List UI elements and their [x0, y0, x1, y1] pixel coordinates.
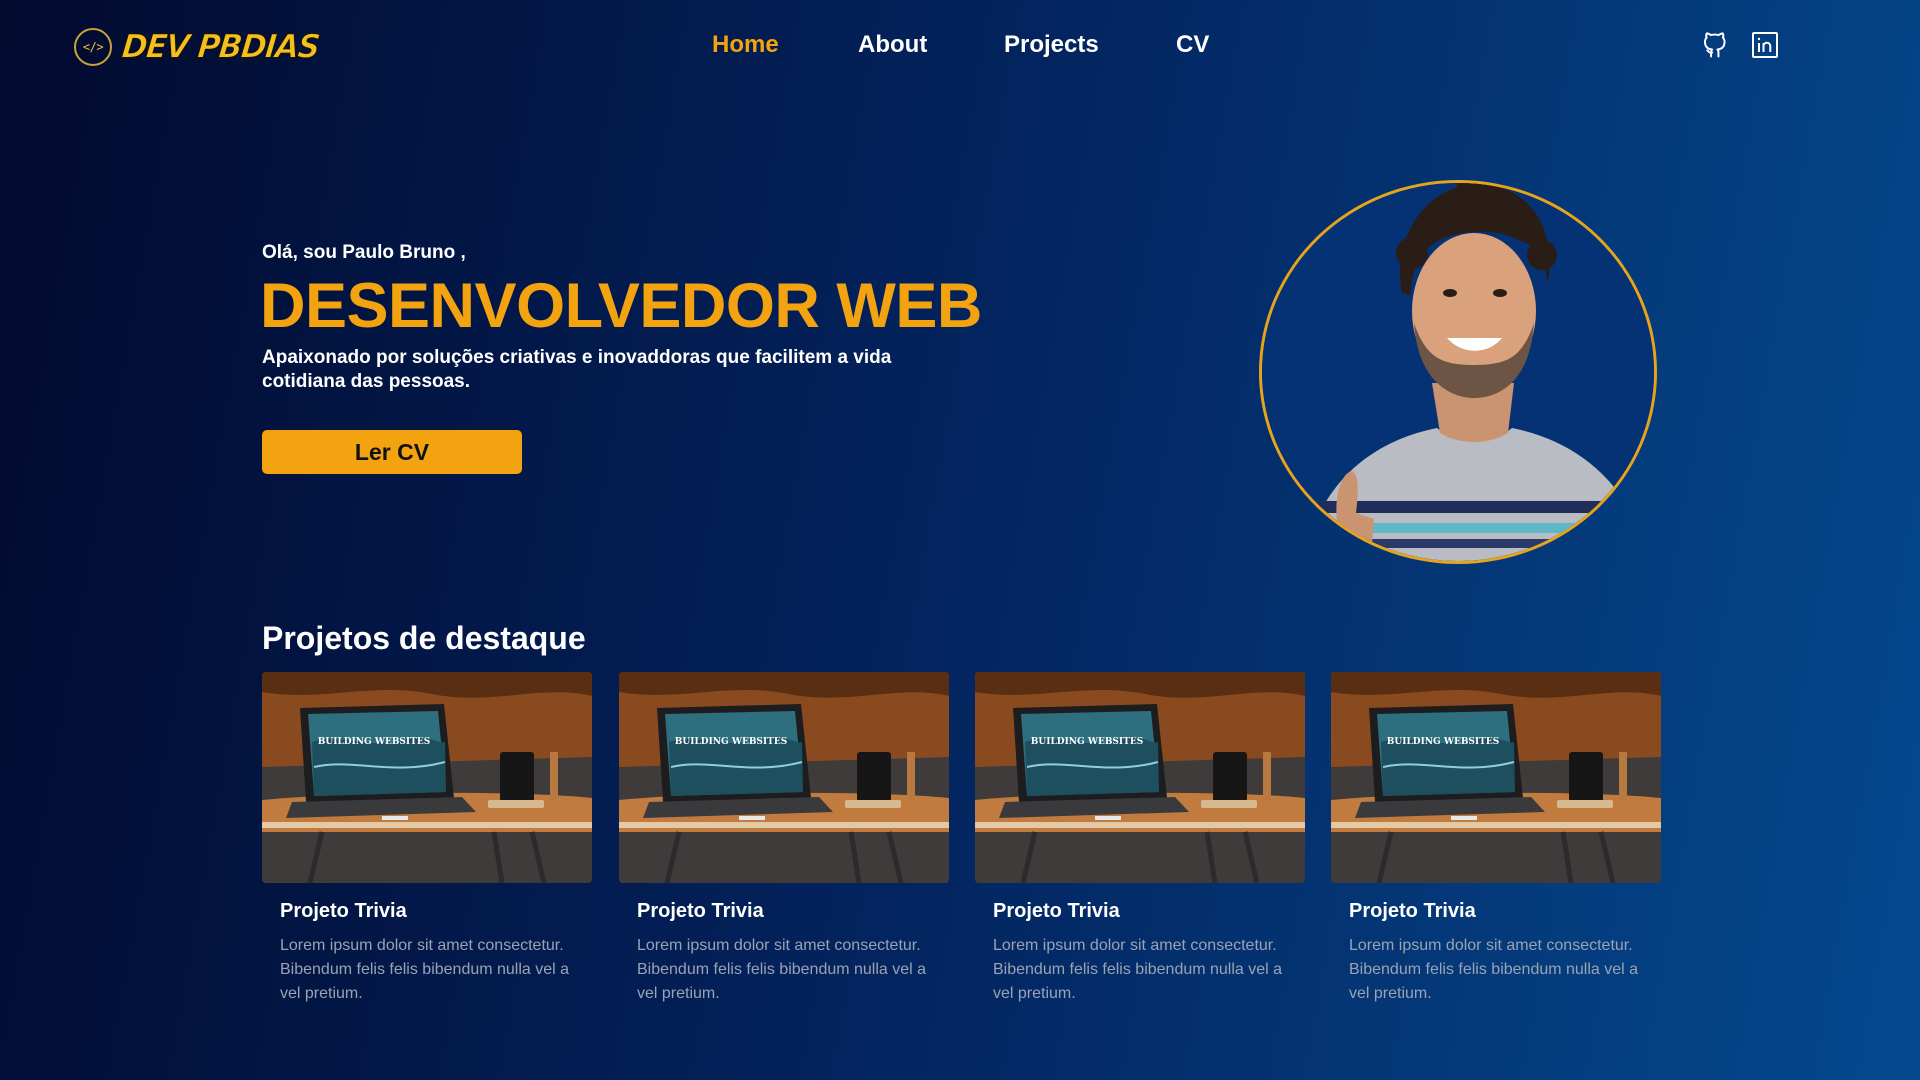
hero-greeting: Olá, sou Paulo Bruno , [262, 242, 466, 263]
nav-projects[interactable]: Projects [1004, 27, 1099, 63]
linkedin-icon [1752, 32, 1778, 58]
main-nav: Home About Projects CV [0, 27, 1920, 63]
github-icon [1703, 32, 1726, 58]
project-card-title[interactable]: Projeto Trivia [280, 900, 407, 923]
project-card[interactable]: BUILDING WEBSITES Projeto Trivia Lorem ip… [1331, 672, 1661, 1012]
project-card[interactable]: BUILDING WEBSITES Projeto Trivia Lorem ip… [619, 672, 949, 1012]
thumbnail-caption: BUILDING WEBSITES [318, 737, 430, 747]
thumbnail-caption: BUILDING WEBSITES [1387, 737, 1499, 747]
github-link[interactable] [1700, 30, 1730, 60]
profile-photo [1259, 180, 1657, 564]
read-cv-button[interactable]: Ler CV [262, 430, 522, 474]
hero-description: Apaixonado por soluções criativas e inov… [262, 347, 892, 392]
project-card-description: Lorem ipsum dolor sit amet consectetur. … [993, 937, 1283, 1002]
project-thumbnail: BUILDING WEBSITES [1331, 672, 1661, 883]
project-thumbnail: BUILDING WEBSITES [619, 672, 949, 883]
project-card-description: Lorem ipsum dolor sit amet consectetur. … [637, 937, 927, 1002]
nav-about[interactable]: About [858, 27, 927, 63]
project-thumbnail: BUILDING WEBSITES [975, 672, 1305, 883]
project-card-description: Lorem ipsum dolor sit amet consectetur. … [280, 937, 570, 1002]
project-thumbnail: BUILDING WEBSITES [262, 672, 592, 883]
profile-photo-icon [1262, 183, 1654, 561]
hero-title: DESENVOLVEDOR WEB [260, 271, 982, 341]
project-card-title[interactable]: Projeto Trivia [637, 900, 764, 923]
project-card-title[interactable]: Projeto Trivia [1349, 900, 1476, 923]
linkedin-link[interactable] [1750, 30, 1780, 60]
nav-home[interactable]: Home [712, 27, 779, 63]
thumbnail-caption: BUILDING WEBSITES [1031, 737, 1143, 747]
project-card-description: Lorem ipsum dolor sit amet consectetur. … [1349, 937, 1639, 1002]
projects-heading: Projetos de destaque [262, 620, 586, 656]
thumbnail-caption: BUILDING WEBSITES [675, 737, 787, 747]
project-card[interactable]: BUILDING WEBSITES Projeto Trivia Lorem ip… [975, 672, 1305, 1012]
project-card-title[interactable]: Projeto Trivia [993, 900, 1120, 923]
project-card[interactable]: BUILDING WEBSITES Projeto Trivia Lorem ip… [262, 672, 592, 1012]
nav-cv[interactable]: CV [1176, 27, 1209, 63]
